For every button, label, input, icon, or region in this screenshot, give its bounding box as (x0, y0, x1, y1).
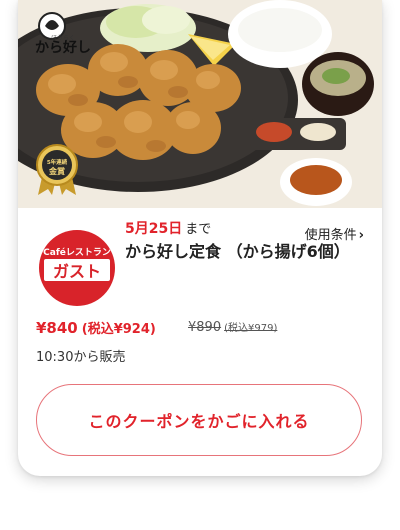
gusto-logo: Caféレストラン ガスト (38, 229, 116, 307)
food-photo: から好し ほうらく 5年連続 金賞 (18, 0, 382, 208)
gold-award-badge: 5年連続 金賞 (34, 143, 80, 197)
original-price-value: ¥890 (188, 320, 222, 335)
coupon-price: ¥840 (税込¥924) (36, 318, 156, 340)
svg-text:Caféレストラン: Caféレストラン (43, 247, 111, 258)
coupon-card: から好し ほうらく 5年連続 金賞 Caféレストラン ガスト 5月25日まで (18, 0, 382, 476)
expiry-date-suffix: まで (185, 222, 212, 237)
coupon-title: から好し定食 （から揚げ6個） (125, 242, 350, 261)
price-tax: (税込¥924) (81, 322, 156, 337)
svg-text:5年連続: 5年連続 (47, 158, 68, 166)
original-price: ¥890 (税込¥979) (188, 318, 277, 339)
add-to-cart-button[interactable]: このクーポンをかごに入れる (36, 384, 362, 456)
svg-text:ガスト: ガスト (53, 262, 101, 281)
original-price-tax: (税込¥979) (224, 323, 278, 334)
price-value: ¥840 (36, 319, 78, 337)
sale-time: 10:30から販売 (36, 350, 126, 365)
karayoshi-logo: から好し ほうらく (30, 8, 96, 64)
expiry-date-value: 5月25日 (125, 221, 183, 237)
svg-text:ほうらく: ほうらく (51, 35, 75, 42)
expiry-date: 5月25日 まで (125, 220, 211, 238)
svg-text:金賞: 金賞 (48, 166, 65, 176)
